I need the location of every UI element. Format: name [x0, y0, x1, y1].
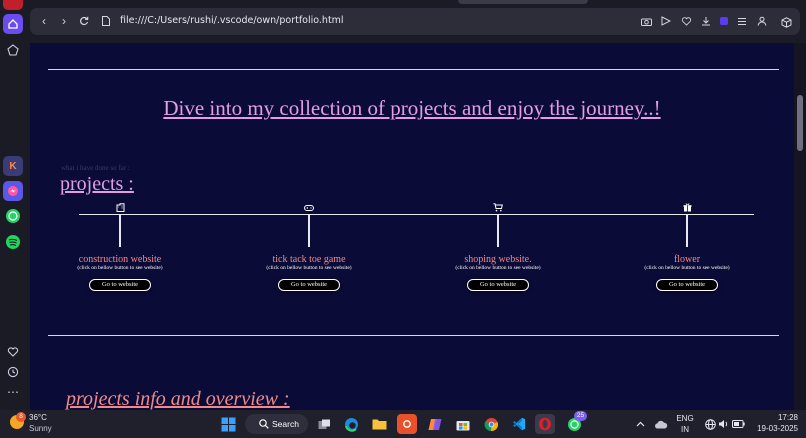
url-text[interactable]: file:///C:/Users/rushi/.vscode/own/portf…: [120, 15, 344, 26]
reload-icon[interactable]: [76, 13, 92, 29]
go-to-website-button[interactable]: Go to website: [278, 279, 340, 291]
edge-icon[interactable]: [341, 414, 361, 434]
project-hint: (click on bellow button to see website): [455, 265, 541, 271]
go-to-website-button[interactable]: Go to website: [467, 279, 529, 291]
back-icon[interactable]: ‹: [36, 13, 52, 29]
weather-temp[interactable]: 36°C: [29, 413, 47, 422]
task-view-icon[interactable]: [314, 414, 334, 434]
language-bottom[interactable]: IN: [676, 425, 694, 434]
page-content: Dive into my collection of projects and …: [30, 43, 794, 410]
file-explorer-icon[interactable]: [369, 414, 389, 434]
more-icon[interactable]: ⋯: [3, 382, 23, 402]
project-title: tick tack toe game: [272, 254, 346, 265]
go-to-website-button[interactable]: Go to website: [89, 279, 151, 291]
office-app-icon[interactable]: [397, 414, 417, 434]
file-icon: [98, 13, 114, 29]
top-divider: [48, 69, 779, 70]
project-title: shoping website.: [464, 254, 532, 265]
weather-badge: 8: [16, 412, 26, 422]
opera-taskbar-icon[interactable]: [535, 414, 555, 434]
projects-subtitle: what i have done so far :: [61, 164, 130, 172]
page-scrollbar[interactable]: [794, 43, 806, 410]
active-tab[interactable]: [458, 0, 588, 4]
projects-heading: projects :: [60, 173, 134, 195]
heart-icon[interactable]: [3, 342, 23, 362]
extension-icon[interactable]: [716, 13, 732, 29]
aria-icon[interactable]: K: [3, 156, 23, 176]
timeline-connector: [497, 214, 499, 247]
taskbar-search[interactable]: Search: [245, 414, 308, 434]
messenger-icon[interactable]: [3, 181, 23, 201]
project-title: construction website: [78, 254, 162, 265]
home-icon[interactable]: [3, 14, 23, 34]
timeline-connector: [308, 214, 310, 247]
weather-desc[interactable]: Sunny: [29, 424, 52, 433]
info-heading: projects info and overview :: [66, 388, 290, 410]
bottom-divider: [48, 335, 779, 336]
language-top[interactable]: ENG: [676, 414, 694, 423]
timeline-connector: [119, 214, 121, 247]
browser-toolbar: ‹ › file:///C:/Users/rushi/.vscode/own/p…: [26, 0, 806, 43]
camera-icon[interactable]: [638, 13, 654, 29]
speed-dial-icon[interactable]: [3, 40, 23, 60]
menu-icon[interactable]: [734, 13, 750, 29]
opera-logo-icon[interactable]: [3, 0, 23, 10]
forward-icon[interactable]: ›: [56, 13, 72, 29]
onedrive-icon[interactable]: [651, 414, 671, 434]
history-icon[interactable]: [3, 362, 23, 382]
chrome-icon[interactable]: [481, 414, 501, 434]
whatsapp-sidebar-icon[interactable]: [3, 206, 23, 226]
browser-sidebar: K ⋯: [0, 0, 26, 410]
clock-date[interactable]: 19-03-2025: [748, 424, 798, 433]
taskbar: 8 36°C Sunny Search 25 ENG IN 17:28 19-0…: [0, 410, 806, 438]
bookmark-heart-icon[interactable]: [678, 13, 694, 29]
clock-time[interactable]: 17:28: [748, 413, 798, 422]
timeline-line: [79, 214, 754, 215]
timeline-connector: [686, 214, 688, 247]
windows-start-icon[interactable]: [218, 414, 238, 434]
store-icon[interactable]: [453, 414, 473, 434]
battery-icon[interactable]: [728, 414, 748, 434]
scrollbar-thumb[interactable]: [797, 95, 803, 151]
hero-link[interactable]: Dive into my collection of projects and …: [30, 96, 794, 121]
screen: K ⋯ ‹ › file:///C:/Users/rushi/.vscode/o…: [0, 0, 806, 438]
profile-icon[interactable]: [754, 13, 770, 29]
send-icon[interactable]: [658, 13, 674, 29]
project-hint: (click on bellow button to see website): [266, 265, 352, 271]
project-hint: (click on bellow button to see website): [644, 265, 730, 271]
project-hint: (click on bellow button to see website): [77, 265, 163, 271]
go-to-website-button[interactable]: Go to website: [656, 279, 718, 291]
chevron-up-icon[interactable]: [630, 414, 650, 434]
whatsapp-badge: 25: [574, 411, 587, 421]
spotify-icon[interactable]: [3, 232, 23, 252]
cube-icon[interactable]: [778, 14, 794, 30]
project-title: flower: [673, 254, 701, 265]
address-bar: ‹ › file:///C:/Users/rushi/.vscode/own/p…: [30, 8, 800, 35]
download-icon[interactable]: [698, 13, 714, 29]
copilot-icon[interactable]: [425, 414, 445, 434]
search-label: Search: [272, 419, 299, 429]
vscode-icon[interactable]: [509, 414, 529, 434]
